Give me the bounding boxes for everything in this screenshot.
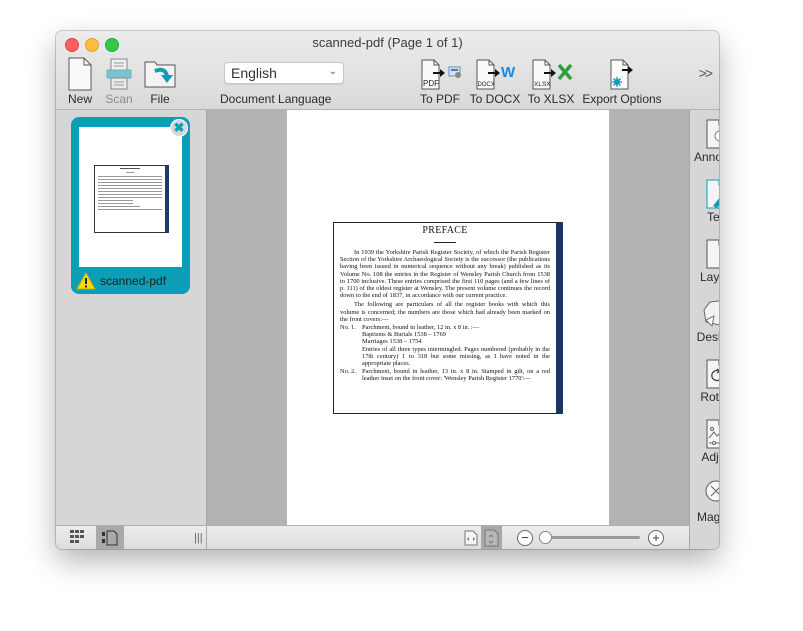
- page-fit-icon[interactable]: [464, 530, 478, 546]
- zoom-slider[interactable]: [540, 536, 640, 539]
- text-edit-icon: [706, 179, 719, 209]
- tool-magnify[interactable]: Magnify: [687, 478, 719, 524]
- svg-text:PDF: PDF: [423, 79, 439, 88]
- adjust-icon: [706, 419, 719, 449]
- scan-button[interactable]: Scan: [101, 57, 137, 106]
- convert-xlsx-icon: XLSX: [532, 59, 573, 90]
- tool-label: Adjust: [701, 450, 719, 464]
- page-thumbnail[interactable]: ✖ scanned-pdf: [71, 117, 190, 294]
- to-xlsx-button[interactable]: XLSX To XLSX: [526, 57, 576, 106]
- to-pdf-button[interactable]: PDF To PDF: [416, 57, 464, 106]
- zoom-out-button[interactable]: −: [517, 530, 533, 546]
- page-actual-size-icon: [484, 529, 499, 547]
- bottom-status-bar: ||| − +: [56, 525, 689, 549]
- thumbnail-scan-image: [94, 165, 169, 233]
- page-thumbnail-sidebar: ✖ scanned-pdf: [56, 110, 207, 525]
- tool-label: Annotate: [693, 150, 719, 164]
- scanner-icon: [106, 58, 132, 90]
- svg-text:XLSX: XLSX: [534, 81, 551, 88]
- to-xlsx-label: To XLSX: [527, 92, 575, 106]
- toolbar-overflow-button[interactable]: >>: [699, 65, 713, 81]
- tool-label: Layout: [699, 270, 719, 284]
- thumbnail-filename: scanned-pdf: [100, 274, 167, 288]
- svg-text:DOCX: DOCX: [478, 82, 495, 88]
- convert-docx-icon: DOCX W: [476, 59, 516, 90]
- layout-icon: [706, 239, 719, 269]
- document-title: PREFACE: [422, 225, 468, 236]
- warning-icon: [76, 272, 96, 290]
- window-title: scanned-pdf (Page 1 of 1): [312, 35, 463, 50]
- thumbnail-page-preview: [79, 127, 182, 267]
- export-options-label: Export Options: [582, 92, 662, 106]
- rotate-icon: [706, 359, 719, 389]
- tool-label: Magnify: [696, 510, 719, 524]
- document-paragraph: The following are particulars of all the…: [340, 301, 550, 323]
- tool-rotate[interactable]: Rotate: [687, 358, 719, 404]
- document-paragraph: In 1939 the Yorkshire Parish Register So…: [340, 249, 550, 300]
- magnify-icon: [705, 480, 719, 502]
- register-item: No. 2. Parchment, bound in leather, 13 i…: [340, 368, 550, 383]
- toolbar: scanned-pdf (Page 1 of 1) New Scan File …: [56, 31, 719, 110]
- to-docx-button[interactable]: DOCX W To DOCX: [469, 57, 521, 106]
- export-options-icon: [610, 59, 633, 90]
- svg-text:W: W: [501, 64, 516, 81]
- zoom-slider-handle[interactable]: [539, 531, 552, 544]
- single-page-view-button[interactable]: [96, 526, 124, 549]
- tool-label: Text: [706, 210, 719, 224]
- thumbnail-list-icon: [102, 530, 118, 546]
- language-value: English: [231, 65, 277, 81]
- annotate-icon: [706, 119, 719, 149]
- grid-view-icon[interactable]: [70, 530, 86, 544]
- document-language-label: Document Language: [220, 92, 332, 106]
- document-page: PREFACE In 1939 the Yorkshire Parish Reg…: [287, 110, 609, 525]
- tools-sidebar: Annotate Text Layout Deskew: [689, 110, 719, 549]
- chevron-down-icon: ⌄: [328, 66, 337, 77]
- to-docx-label: To DOCX: [469, 92, 521, 106]
- convert-pdf-icon: PDF: [421, 59, 461, 90]
- scanned-image: PREFACE In 1939 the Yorkshire Parish Reg…: [333, 222, 563, 414]
- file-button[interactable]: File: [142, 57, 178, 106]
- tool-layout[interactable]: Layout: [687, 238, 719, 284]
- open-folder-icon: [144, 61, 176, 88]
- zoom-in-button[interactable]: +: [648, 530, 664, 546]
- export-options-button[interactable]: Export Options: [582, 57, 662, 106]
- file-label: File: [150, 92, 170, 106]
- deskew-icon: [703, 300, 719, 328]
- tool-adjust[interactable]: Adjust: [687, 418, 719, 464]
- scan-label: Scan: [105, 92, 133, 106]
- tool-text[interactable]: Text: [687, 178, 719, 224]
- tool-annotate[interactable]: Annotate: [687, 118, 719, 164]
- new-label: New: [67, 92, 92, 106]
- new-document-icon: [68, 57, 92, 91]
- tool-label: Deskew: [696, 330, 719, 344]
- page-view-button[interactable]: [481, 526, 502, 549]
- app-window: scanned-pdf (Page 1 of 1) New Scan File …: [56, 31, 719, 549]
- tool-deskew[interactable]: Deskew: [687, 298, 719, 344]
- sidebar-resize-handle[interactable]: |||: [194, 532, 203, 544]
- new-button[interactable]: New: [62, 57, 98, 106]
- title-rule: [434, 242, 456, 243]
- register-item: No. 1. Parchment, bound in leather, 12 i…: [340, 324, 550, 368]
- document-language-select[interactable]: English ⌄: [224, 62, 344, 84]
- tool-label: Rotate: [700, 390, 719, 404]
- document-viewer[interactable]: PREFACE In 1939 the Yorkshire Parish Reg…: [207, 110, 689, 525]
- to-pdf-label: To PDF: [419, 92, 460, 106]
- close-thumbnail-icon[interactable]: ✖: [170, 119, 188, 137]
- divider: [206, 526, 207, 549]
